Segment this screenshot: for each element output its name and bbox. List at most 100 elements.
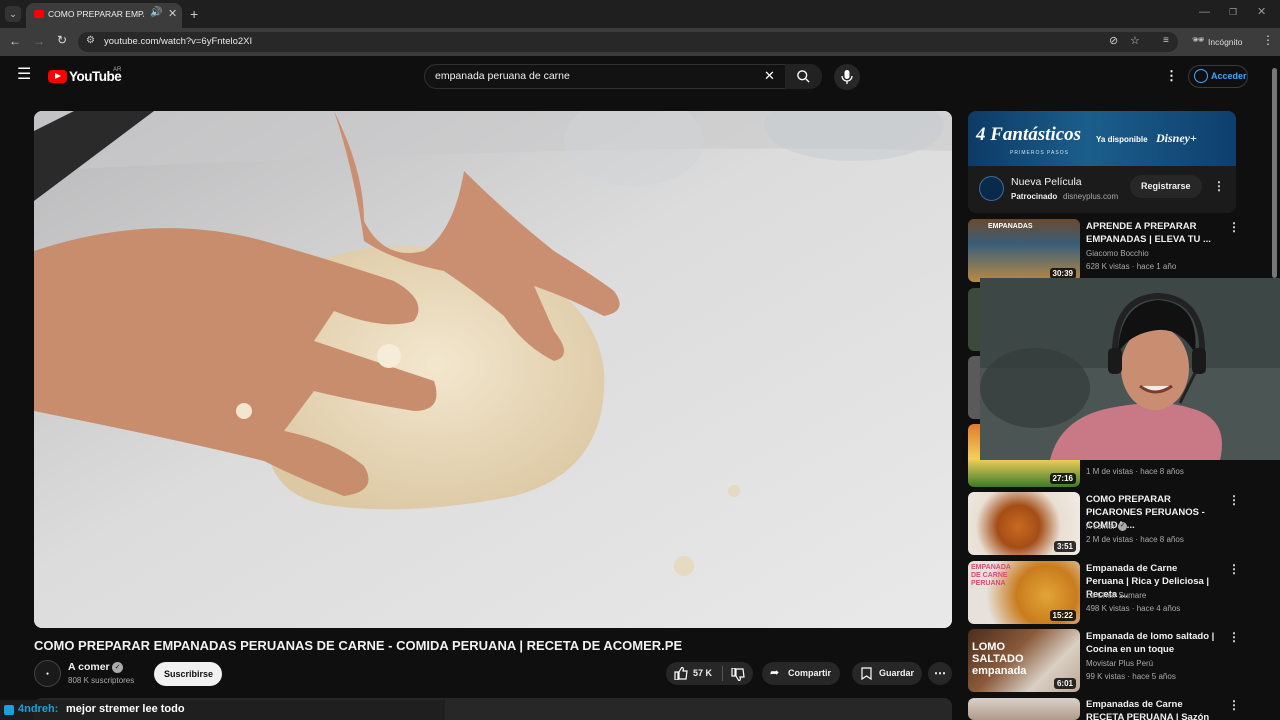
ad-card[interactable]: 4 Fantásticos PRIMEROS PASOS Ya disponib… <box>968 111 1236 213</box>
share-icon: ➦ <box>770 667 780 679</box>
recommendation-meta: 1 M de vistas · hace 8 años <box>1086 467 1184 476</box>
youtube-logo[interactable]: YouTube AR <box>48 67 128 85</box>
account-icon <box>1194 69 1208 83</box>
star-icon[interactable]: ☆ <box>1130 34 1140 47</box>
hamburger-menu-icon[interactable]: ☰ <box>17 66 31 84</box>
recommendation-meta: 498 K vistas · hace 4 años <box>1086 604 1181 613</box>
url-text: youtube.com/watch?v=6yFntelo2XI <box>104 36 253 47</box>
page-scrollbar[interactable] <box>1272 68 1277 278</box>
recommendation-menu-icon[interactable]: ⋮ <box>1228 562 1240 576</box>
recommendation-menu-icon[interactable]: ⋮ <box>1228 630 1240 644</box>
thumbs-down-icon <box>731 668 745 681</box>
recommendation-title[interactable]: Empanadas de Carne RECETA PERUANA | Sazó… <box>1086 698 1216 720</box>
recommendation-title[interactable]: APRENDE A PREPARAR EMPANADAS | ELEVA TU … <box>1086 220 1216 246</box>
sign-in-button[interactable]: Acceder <box>1188 65 1248 88</box>
thumbnail-text: EMPANADAS <box>988 223 1033 230</box>
clear-search-icon[interactable]: ✕ <box>764 68 775 84</box>
webcam-frame <box>980 278 1280 460</box>
settings-kebab-icon[interactable]: ⋮ <box>1165 68 1178 84</box>
share-button[interactable]: ➦ Compartir <box>762 662 840 685</box>
video-thumbnail[interactable]: LOMO SALTADO empanada 6:01 <box>968 629 1080 692</box>
ad-available-label: Ya disponible <box>1096 135 1148 144</box>
recommendation-title[interactable]: Empanada de lomo saltado | Cocina en un … <box>1086 630 1216 656</box>
share-label: Compartir <box>788 668 832 678</box>
eye-slash-icon[interactable]: ⊘ <box>1109 34 1118 47</box>
incognito-icon: 🕶 <box>1192 35 1205 46</box>
video-title: COMO PREPARAR EMPANADAS PERUANAS DE CARN… <box>34 638 683 653</box>
omnibox[interactable]: ⚙ youtube.com/watch?v=6yFntelo2XI ⊘ ☆ <box>78 32 1178 52</box>
ad-avatar <box>979 176 1004 201</box>
back-icon[interactable]: ← <box>9 34 21 48</box>
save-label: Guardar <box>879 668 915 678</box>
recommendation-channel[interactable]: Giacomo Bocchio <box>1086 249 1149 258</box>
ad-menu-icon[interactable]: ⋮ <box>1213 179 1225 193</box>
recommendation-menu-icon[interactable]: ⋮ <box>1228 493 1240 507</box>
video-duration: 6:01 <box>1053 678 1076 689</box>
voice-search-button[interactable] <box>834 64 860 90</box>
recommendation-channel[interactable]: La Cheff Sumare <box>1086 591 1146 600</box>
incognito-label[interactable]: Incógnito <box>1208 37 1243 47</box>
thumbs-up-icon <box>674 667 688 680</box>
subscribe-button[interactable]: Suscribirse <box>154 662 222 686</box>
window-close-icon[interactable]: ✕ <box>1257 5 1266 18</box>
video-player[interactable] <box>34 111 952 628</box>
tab-close-icon[interactable]: ✕ <box>168 7 177 20</box>
tab-list-button[interactable]: ⌄ <box>5 6 21 22</box>
dislike-button[interactable] <box>724 662 753 685</box>
media-icon[interactable]: ≡ <box>1163 35 1169 46</box>
restore-icon[interactable]: ❐ <box>1229 7 1237 18</box>
recommendation-meta: 2 M de vistas · hace 8 años <box>1086 535 1184 544</box>
tab-title: COMO PREPARAR EMPANADAS <box>48 9 144 19</box>
recommendation-channel[interactable]: Movistar Plus Perú <box>1086 659 1153 668</box>
region-code: AR <box>113 67 122 73</box>
subscriber-count: 808 K suscriptores <box>68 676 135 685</box>
ad-banner[interactable]: 4 Fantásticos PRIMEROS PASOS Ya disponib… <box>968 111 1236 166</box>
more-actions-button[interactable]: ⋯ <box>928 662 952 685</box>
audio-playing-icon[interactable]: 🔊 <box>150 7 162 18</box>
channel-avatar[interactable]: ● <box>34 660 61 687</box>
recommendation-channel[interactable]: A comer <box>1086 522 1115 531</box>
like-count: 57 K <box>693 668 713 678</box>
video-duration: 27:16 <box>1049 473 1076 484</box>
ad-title: Nueva Película <box>1011 176 1082 188</box>
browser-menu-icon[interactable]: ⋮ <box>1262 33 1274 47</box>
video-thumbnail[interactable]: EMPANADA DE CARNE PERUANA 15:22 <box>968 561 1080 624</box>
search-box[interactable]: empanada peruana de carne ✕ <box>424 64 822 89</box>
video-duration: 3:51 <box>1053 541 1076 552</box>
forward-icon[interactable]: → <box>33 34 45 48</box>
subscribe-label: Suscribirse <box>164 669 214 679</box>
search-icon <box>797 70 810 83</box>
verified-icon: ✓ <box>1118 522 1127 531</box>
search-button[interactable] <box>785 64 822 89</box>
save-icon <box>861 667 872 680</box>
thumbnail-text: EMPANADA DE CARNE PERUANA <box>971 564 1011 587</box>
ad-cta-button[interactable]: Registrarse <box>1130 175 1202 198</box>
browser-tab[interactable]: COMO PREPARAR EMPANADAS 🔊 ✕ <box>26 3 182 28</box>
site-info-icon[interactable]: ⚙ <box>86 35 95 46</box>
new-tab-icon[interactable]: + <box>190 6 198 22</box>
like-button[interactable]: 57 K <box>666 662 722 685</box>
ad-domain: disneyplus.com <box>1063 192 1119 201</box>
recommendation-menu-icon[interactable]: ⋮ <box>1228 220 1240 234</box>
video-duration: 15:22 <box>1049 610 1076 621</box>
chat-overlay: 4ndreh: mejor stremer lee todo <box>0 700 445 720</box>
search-input[interactable]: empanada peruana de carne <box>435 70 570 82</box>
video-thumbnail[interactable] <box>968 698 1080 720</box>
streamer-webcam <box>980 278 1280 460</box>
minimize-icon[interactable]: — <box>1199 6 1210 18</box>
disney-plus-logo: Disney+ <box>1156 131 1197 145</box>
microphone-icon <box>841 70 853 84</box>
video-thumbnail[interactable]: EMPANADAS 30:39 <box>968 219 1080 282</box>
recommendation-meta: 99 K vistas · hace 5 años <box>1086 672 1176 681</box>
recommendation-menu-icon[interactable]: ⋮ <box>1228 698 1240 712</box>
youtube-favicon-icon <box>34 10 44 18</box>
sign-in-label: Acceder <box>1211 71 1247 81</box>
channel-name[interactable]: A comer <box>68 661 110 673</box>
twitch-badge-icon <box>4 705 14 715</box>
video-thumbnail[interactable]: 3:51 <box>968 492 1080 555</box>
video-frame <box>34 111 952 628</box>
save-button[interactable]: Guardar <box>852 662 922 685</box>
ad-sponsored-label: Patrocinado <box>1011 192 1058 201</box>
chat-username: 4ndreh: <box>18 703 59 715</box>
reload-icon[interactable]: ↻ <box>57 33 67 47</box>
